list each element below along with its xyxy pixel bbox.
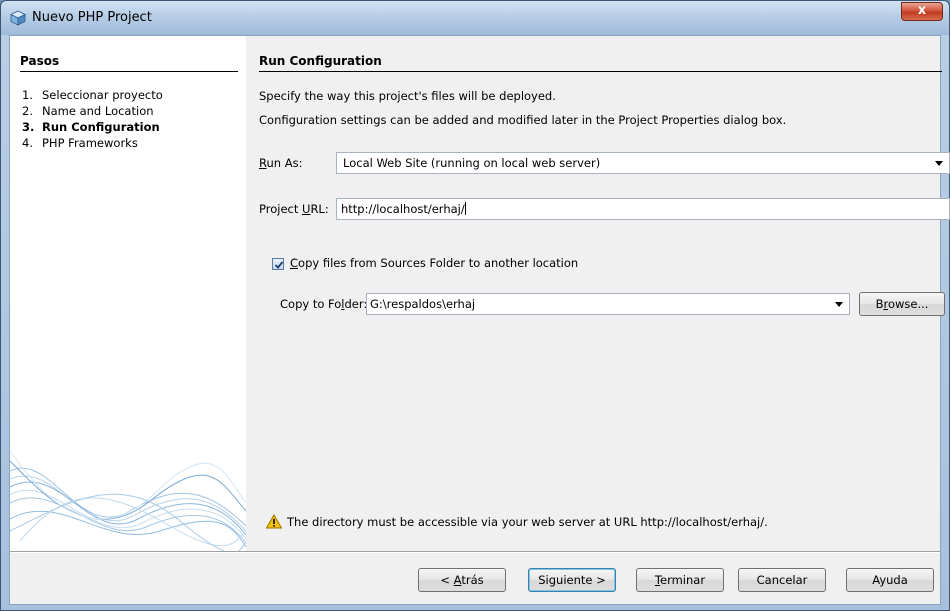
panel-divider — [259, 71, 942, 72]
run-as-label: Run As: — [259, 156, 303, 170]
cancel-button[interactable]: Cancelar — [738, 568, 826, 592]
chevron-down-icon[interactable] — [835, 302, 843, 307]
project-url-label: Project URL: — [259, 202, 329, 216]
step-item-name-location: 2. Name and Location — [22, 104, 154, 118]
title-bar[interactable]: Nuevo PHP Project x — [1, 1, 949, 35]
decorative-waves-image — [10, 450, 246, 551]
finish-button[interactable]: Terminar — [636, 568, 724, 592]
checkmark-icon — [274, 261, 284, 269]
step-item-php-frameworks: 4. PHP Frameworks — [22, 136, 138, 150]
step-item-select-project: 1. Seleccionar proyecto — [22, 88, 163, 102]
steps-divider — [20, 71, 238, 72]
browse-button[interactable]: Browse... — [859, 292, 945, 316]
copy-files-label[interactable]: Copy files from Sources Folder to anothe… — [290, 256, 578, 270]
back-button[interactable]: < Atrás — [418, 568, 506, 592]
dialog-window: Nuevo PHP Project x Pasos 1. Seleccionar … — [0, 0, 950, 611]
close-icon: x — [917, 3, 927, 18]
project-url-input[interactable]: http://localhost/erhaj/ — [336, 198, 950, 220]
next-button[interactable]: Siguiente > — [528, 568, 616, 592]
window-title: Nuevo PHP Project — [32, 10, 152, 25]
footer-divider-highlight — [10, 552, 940, 553]
copy-files-checkbox[interactable] — [272, 258, 284, 270]
text-caret — [464, 202, 466, 215]
description-line-1: Specify the way this project's files wil… — [259, 89, 556, 103]
steps-list: 1. Seleccionar proyecto 2. Name and Locati… — [22, 87, 163, 151]
warning-icon — [266, 514, 282, 529]
chevron-down-icon[interactable] — [935, 161, 943, 166]
panel-title: Run Configuration — [259, 54, 382, 68]
dialog-client: Pasos 1. Seleccionar proyecto 2. Name and … — [9, 35, 950, 605]
steps-title: Pasos — [20, 54, 60, 68]
help-button[interactable]: Ayuda — [846, 568, 934, 592]
copy-to-folder-combo[interactable]: G:\respaldos\erhaj — [366, 293, 850, 315]
run-as-dropdown[interactable]: Local Web Site (running on local web ser… — [336, 152, 950, 174]
step-item-run-configuration: 3. Run Configuration — [22, 120, 160, 134]
close-button[interactable]: x — [901, 2, 943, 21]
content-panel: Run Configuration Specify the way this p… — [246, 36, 950, 551]
warning-message: The directory must be accessible via you… — [287, 515, 768, 529]
copy-to-folder-label: Copy to Folder: — [280, 297, 368, 311]
netbeans-cube-icon — [10, 10, 26, 26]
description-line-2: Configuration settings can be added and … — [259, 113, 787, 127]
steps-panel: Pasos 1. Seleccionar proyecto 2. Name and … — [10, 36, 246, 551]
